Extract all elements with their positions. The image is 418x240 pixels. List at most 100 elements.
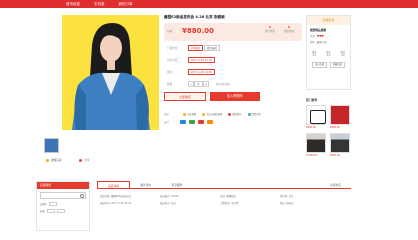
- seller-label: 掌柜: [310, 41, 315, 44]
- star-icon: [46, 158, 49, 162]
- seller-name: 魔盟小编: [316, 41, 327, 44]
- score-item: 物流 4.8: [341, 50, 345, 57]
- date-row: 演出时间 2017-4-26 19:30: [164, 55, 302, 65]
- session-option[interactable]: 2017-4-26 19:30: [188, 69, 215, 75]
- product-title: 魔盟E2新品发布会 4.26 北京 张靓颖: [164, 15, 225, 19]
- top-nav: 首页欢迎 手机逛 我的订单: [66, 1, 133, 7]
- guarantee-icon: [183, 112, 186, 116]
- goods-price: ¥1080.00: [306, 154, 318, 157]
- detail-tabs: 商品详情 累计评价 专享服务 手机购买: [97, 181, 351, 189]
- cod-icon: [247, 112, 251, 116]
- shop-search-header: 店铺搜索: [37, 182, 89, 189]
- quantity-input[interactable]: 1: [194, 81, 203, 87]
- stock-text: 件(库存充足): [216, 83, 231, 86]
- price-min-input[interactable]: [46, 209, 55, 213]
- quantity-stepper: − 1 +: [188, 81, 209, 87]
- attribute: 商品编号: 10001: [160, 195, 179, 198]
- buy-now-button[interactable]: 立即购买: [164, 92, 206, 101]
- service-label: 服务: [164, 113, 170, 116]
- search-icon[interactable]: [80, 194, 84, 198]
- top-nav-item[interactable]: 我的订单: [119, 1, 133, 7]
- goods-item[interactable]: ¥880.00: [330, 105, 350, 129]
- goods-image: [306, 105, 326, 125]
- quantity-label: 数量: [167, 83, 173, 86]
- spec-option[interactable]: 看台座位: [204, 45, 221, 51]
- attribute-row: 商品名称: 魔盟E2新品发布会 商品编号: 10001 店铺: 魔盟精品 所在地…: [100, 194, 350, 198]
- score-item: 描述 4.8: [312, 50, 316, 57]
- goods-item[interactable]: ¥1080.00: [306, 133, 326, 157]
- product-main-image[interactable]: [62, 15, 159, 130]
- credit-label: 信誉: [310, 35, 315, 38]
- heart-icon: ♥♥♥: [316, 34, 324, 38]
- stat-label: 交易成功: [283, 30, 295, 33]
- session-label: 场次: [167, 71, 173, 74]
- price-max-input[interactable]: [56, 209, 65, 213]
- share-icon: [79, 158, 83, 162]
- action-buttons: 立即购买 加入购物车: [164, 92, 302, 104]
- attribute: 门票类型: 电子票: [220, 202, 239, 205]
- spec-option[interactable]: VIP座位: [188, 45, 203, 51]
- price-label: 价格: [167, 30, 173, 33]
- shop-scores: 描述 4.8 服务 4.8 物流 4.8: [307, 50, 350, 57]
- card-icon: [207, 120, 213, 124]
- favorite-shop-button[interactable]: 收藏店铺: [330, 62, 345, 68]
- favorite-shop-link[interactable]: 收藏店铺: [46, 158, 61, 162]
- favorite-label: 收藏店铺: [51, 159, 62, 162]
- unionpay-icon: [198, 120, 204, 124]
- promise-item: 七天无理由退换: [202, 112, 222, 116]
- goods-item[interactable]: ¥880.00: [330, 133, 350, 157]
- shop-seller: 掌柜 魔盟小编: [310, 40, 350, 44]
- score-item: 服务 4.8: [326, 50, 330, 57]
- top-nav-bar: 首页欢迎 手机逛 我的订单: [0, 0, 418, 8]
- promise-text: 七天无理由退换: [206, 113, 223, 116]
- add-to-cart-button[interactable]: 加入购物车: [210, 92, 260, 101]
- shop-buttons: 进入店铺 收藏店铺: [307, 62, 350, 68]
- attribute-row: 演出时间: 2017-4-26 19:30 演出地点: 北京 门票类型: 电子票…: [100, 201, 350, 205]
- return-icon: [202, 112, 206, 116]
- recommended-goods: 掌门推荐 ¥880.00 ¥880.00 ¥1080.00 ¥880.00: [306, 98, 351, 170]
- shop-search-box: 店铺搜索 关键字 价格: [36, 181, 90, 231]
- attribute: 座位: 按档位: [280, 202, 294, 205]
- search-input[interactable]: [40, 192, 86, 199]
- promise-item: 正品保障: [183, 112, 196, 116]
- recommended-title: 掌门推荐: [306, 98, 318, 102]
- spec-label: 门票档位: [167, 47, 178, 50]
- goods-grid: ¥880.00 ¥880.00 ¥1080.00 ¥880.00: [306, 105, 351, 157]
- share-row: 收藏店铺 分享: [46, 158, 90, 162]
- share-label: 分享: [84, 159, 90, 162]
- quantity-row: 数量 − 1 + 件(库存充足): [164, 79, 302, 89]
- keyword-input[interactable]: [49, 202, 58, 206]
- increment-button[interactable]: +: [203, 81, 209, 87]
- stat-value: 0: [268, 25, 272, 29]
- goods-item[interactable]: ¥880.00: [306, 105, 326, 129]
- attribute: 演出时间: 2017-4-26 19:30: [100, 202, 132, 205]
- price-value: ¥880.00: [182, 27, 214, 35]
- product-photo: [62, 15, 159, 130]
- tab-services[interactable]: 专享服务: [161, 181, 192, 188]
- attribute: 商品名称: 魔盟E2新品发布会: [100, 195, 131, 198]
- promise-text: 赠送积分: [232, 113, 242, 116]
- share-link[interactable]: 分享: [79, 158, 90, 162]
- shop-name[interactable]: 魔盟精品旗舰: [310, 28, 350, 32]
- shop-card-header: 店铺名称: [307, 16, 350, 25]
- top-nav-item[interactable]: 首页欢迎: [66, 1, 80, 7]
- payment-label: 支付: [164, 121, 170, 124]
- points-icon: [228, 112, 232, 116]
- mobile-buy-link[interactable]: 手机购买: [320, 181, 351, 188]
- stat-reviews[interactable]: 0 累计评论: [261, 25, 279, 33]
- keyword-row: 关键字: [40, 202, 89, 206]
- enter-shop-button[interactable]: 进入店铺: [312, 62, 327, 68]
- top-nav-item[interactable]: 手机逛: [94, 1, 105, 7]
- tab-details[interactable]: 商品详情: [97, 181, 131, 188]
- product-attributes: 商品名称: 魔盟E2新品发布会 商品编号: 10001 店铺: 魔盟精品 所在地…: [100, 194, 350, 208]
- attribute: 所在地: 北京: [280, 195, 294, 198]
- goods-price: ¥880.00: [306, 126, 316, 129]
- promise-text: 正品保障: [187, 113, 197, 116]
- goods-price: ¥880.00: [330, 154, 340, 157]
- tab-reviews[interactable]: 累计评价: [130, 181, 161, 188]
- date-option[interactable]: 2017-4-26 19:30: [188, 57, 215, 63]
- service-promises: 服务 正品保障 七天无理由退换 赠送积分 货到付款: [164, 110, 302, 118]
- thumbnail[interactable]: [44, 138, 59, 153]
- payment-row: 支付: [164, 120, 302, 124]
- shop-credit: 信誉 ♥♥♥: [310, 34, 350, 38]
